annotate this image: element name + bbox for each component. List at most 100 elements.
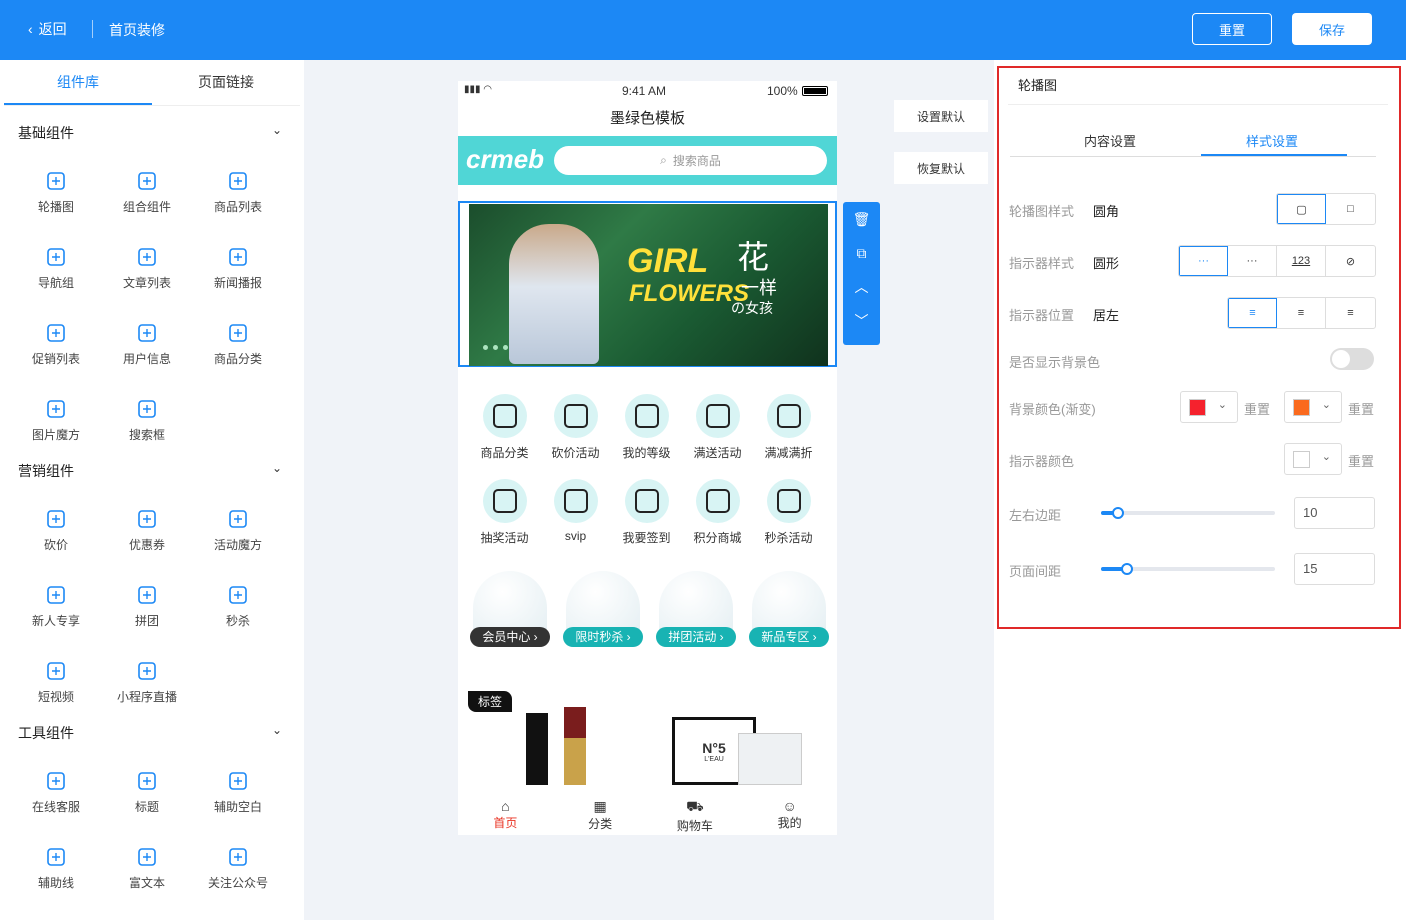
reset-color-2-button[interactable]: 重置 <box>1348 399 1374 418</box>
component-item[interactable]: 图片魔方 <box>11 398 101 443</box>
reset-button[interactable]: 重置 <box>1192 13 1272 45</box>
move-down-icon[interactable]: ﹀ <box>843 304 880 338</box>
component-item[interactable]: 优惠券 <box>102 508 192 553</box>
activity-globe[interactable]: 拼团活动 › <box>656 571 736 655</box>
tab-cart[interactable]: ⛟ 购物车 <box>648 786 743 835</box>
component-item[interactable]: 新人专享 <box>11 584 101 629</box>
component-item[interactable]: 砍价 <box>11 508 101 553</box>
component-item[interactable]: 短视频 <box>11 660 101 705</box>
chevron-down-icon: ⌄ <box>271 461 282 475</box>
nav-item[interactable]: 抽奖活动 <box>469 479 540 546</box>
delete-icon[interactable]: 🗑 <box>843 202 880 236</box>
lr-margin-slider[interactable] <box>1101 507 1275 519</box>
slider-handle[interactable] <box>1112 507 1124 519</box>
component-item[interactable]: 搜索框 <box>102 398 192 443</box>
nav-item[interactable]: 我要签到 <box>611 479 682 546</box>
number-icon[interactable]: 123 <box>1277 246 1326 276</box>
component-item[interactable]: 商品分类 <box>193 322 283 367</box>
component-item[interactable]: 辅助线 <box>11 846 101 891</box>
activity-globe[interactable]: 新品专区 › <box>749 571 829 655</box>
align-center-icon[interactable]: ≡ <box>1277 298 1326 328</box>
copy-icon[interactable]: ⧉ <box>843 236 880 270</box>
show-background-toggle[interactable] <box>1330 348 1374 370</box>
section-basic-components[interactable]: 基础组件 ⌄ <box>18 123 286 143</box>
page-gap-slider[interactable] <box>1101 563 1275 575</box>
indicator-color-picker[interactable]: ⌄ <box>1284 443 1342 475</box>
component-item[interactable]: 导航组 <box>11 246 101 291</box>
move-up-icon[interactable]: ︿ <box>843 270 880 304</box>
tab-style-settings[interactable]: 样式设置 <box>1246 131 1298 150</box>
chevron-down-icon: ⌄ <box>1217 399 1227 411</box>
component-item[interactable]: 小程序直播 <box>102 660 192 705</box>
dots-icon[interactable]: ··· <box>1179 246 1228 276</box>
component-item[interactable]: 标题 <box>102 770 192 815</box>
component-item[interactable]: 活动魔方 <box>193 508 283 553</box>
component-item[interactable]: 拼团 <box>102 584 192 629</box>
tab-page-links[interactable]: 页面链接 <box>152 60 300 105</box>
nav-item[interactable]: 我的等级 <box>611 394 682 461</box>
restore-default-button[interactable]: 恢复默认 <box>894 152 988 184</box>
nav-item[interactable]: 砍价活动 <box>540 394 611 461</box>
align-right-icon[interactable]: ≡ <box>1326 298 1375 328</box>
lr-margin-input[interactable]: 10 <box>1294 497 1375 529</box>
component-item[interactable]: 组合组件 <box>102 170 192 215</box>
dashes-icon[interactable]: ··· <box>1228 246 1277 276</box>
home-icon: ⌂ <box>501 798 510 814</box>
live-icon <box>138 662 156 680</box>
component-item[interactable]: 辅助空白 <box>193 770 283 815</box>
reset-indicator-color-button[interactable]: 重置 <box>1348 451 1374 470</box>
page-gap-input[interactable]: 15 <box>1294 553 1375 585</box>
component-item[interactable]: 促销列表 <box>11 322 101 367</box>
status-bar: ▮▮▮ ◠ 9:41 AM 100% <box>458 81 837 101</box>
carousel-component[interactable]: GIRL FLOWERS 花 一样 の女孩 <box>458 201 837 367</box>
activity-globe[interactable]: 限时秒杀 › <box>563 571 643 655</box>
tab-content-settings[interactable]: 内容设置 <box>1084 131 1136 150</box>
nav-item[interactable]: 积分商城 <box>682 479 753 546</box>
component-item[interactable]: 在线客服 <box>11 770 101 815</box>
component-item[interactable]: 文章列表 <box>102 246 192 291</box>
save-button[interactable]: 保存 <box>1292 13 1372 45</box>
set-default-button[interactable]: 设置默认 <box>894 100 988 132</box>
rich-text-icon <box>138 848 156 866</box>
active-tab-indicator <box>1201 154 1347 156</box>
nav-item[interactable]: svip <box>540 479 611 543</box>
nav-item[interactable]: 秒杀活动 <box>753 479 824 546</box>
rounded-corner-icon[interactable]: ▢ <box>1277 194 1326 224</box>
component-item[interactable]: 关注公众号 <box>193 846 283 891</box>
component-item[interactable]: 用户信息 <box>102 322 192 367</box>
chevron-down-icon: ⌄ <box>271 123 282 137</box>
back-button[interactable]: ‹ 返回 <box>28 19 67 39</box>
activity-globe[interactable]: 会员中心 › <box>470 571 550 655</box>
component-item[interactable]: 富文本 <box>102 846 192 891</box>
tab-mine[interactable]: ☺ 我的 <box>742 786 837 835</box>
square-corner-icon[interactable]: □ <box>1326 194 1375 224</box>
component-item[interactable]: 秒杀 <box>193 584 283 629</box>
slider-handle[interactable] <box>1121 563 1133 575</box>
component-item[interactable]: 新闻播报 <box>193 246 283 291</box>
page-title: 首页装修 <box>109 22 165 38</box>
tab-component-library[interactable]: 组件库 <box>4 60 152 105</box>
background-color-picker-2[interactable]: ⌄ <box>1284 391 1342 423</box>
section-tool-components[interactable]: 工具组件 ⌄ <box>18 723 286 743</box>
perfume-bottle <box>738 733 802 785</box>
none-icon[interactable]: ⊘ <box>1326 246 1375 276</box>
nav-item[interactable]: 满送活动 <box>682 394 753 461</box>
crmeb-logo: crmeb <box>466 144 545 174</box>
background-color-picker-1[interactable]: ⌄ <box>1180 391 1238 423</box>
tab-home[interactable]: ⌂ 首页 <box>458 786 553 835</box>
component-item[interactable]: 商品列表 <box>193 170 283 215</box>
customer-service-icon <box>47 772 65 790</box>
tab-category[interactable]: ▦ 分类 <box>553 786 648 835</box>
banner-chinese-title: 花 <box>737 239 770 275</box>
nav-item[interactable]: 满减满折 <box>753 394 824 461</box>
reset-color-1-button[interactable]: 重置 <box>1244 399 1270 418</box>
carousel-icon <box>47 172 65 190</box>
search-bar-component[interactable]: crmeb ⌕ 搜索商品 <box>458 136 837 185</box>
bargain-icon <box>47 510 65 528</box>
phone-preview: ▮▮▮ ◠ 9:41 AM 100% 墨绿色模板 crmeb ⌕ 搜索商品 GI… <box>458 81 837 835</box>
nav-item[interactable]: 商品分类 <box>469 394 540 461</box>
section-marketing-components[interactable]: 营销组件 ⌄ <box>18 461 286 481</box>
search-input[interactable]: ⌕ 搜索商品 <box>554 146 827 175</box>
component-item[interactable]: 轮播图 <box>11 170 101 215</box>
align-left-icon[interactable]: ≡ <box>1228 298 1277 328</box>
